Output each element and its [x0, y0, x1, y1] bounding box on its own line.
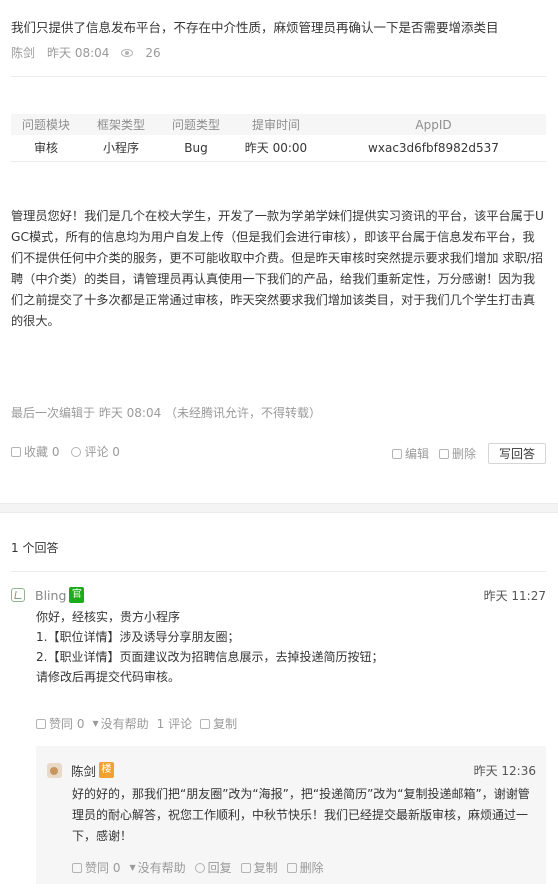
edit-button[interactable]: 编辑 — [391, 445, 429, 462]
question-info-table: 问题模块 框架类型 问题类型 提审时间 AppID 审核 小程序 Bug 昨天 … — [11, 114, 546, 162]
avatar[interactable] — [47, 762, 62, 778]
comment-label: 评论 0 — [84, 445, 120, 459]
trash-icon — [438, 448, 449, 459]
like-button[interactable]: 赞同 0 — [36, 715, 84, 732]
author-name[interactable]: 陈剑 — [11, 44, 35, 61]
question-meta: 陈剑 昨天 08:04 26 — [11, 44, 173, 61]
delete-button[interactable]: 删除 — [438, 445, 476, 462]
like-label: 赞同 0 — [85, 861, 121, 875]
copy-button[interactable]: 复制 — [240, 859, 278, 876]
copy-label: 复制 — [253, 861, 278, 875]
section-gap — [0, 503, 558, 513]
chevron-down-icon: ▼ — [92, 719, 99, 728]
unhelpful-label: 没有帮助 — [137, 861, 186, 875]
unhelpful-label: 没有帮助 — [100, 717, 149, 731]
write-answer-button[interactable]: 写回答 — [487, 443, 546, 464]
question-actions: 收藏 0 评论 0 — [11, 443, 132, 460]
like-label: 赞同 0 — [49, 717, 85, 731]
header-module: 问题模块 — [11, 114, 81, 135]
answer-line: 请修改后再提交代码审核。 — [36, 670, 181, 684]
copy-icon — [240, 862, 251, 873]
question-right-actions: 编辑 删除 写回答 — [382, 443, 546, 464]
answer-item: Bling 官 昨天 11:27 你好，经核实，贵方小程序 1.【职位详情】涉及… — [11, 585, 546, 732]
header-issue-type: 问题类型 — [161, 114, 231, 135]
cell-module: 审核 — [11, 135, 81, 162]
favorite-button[interactable]: 收藏 0 — [11, 443, 59, 460]
official-badge: 官 — [69, 587, 85, 603]
reply-label: 回复 — [207, 861, 232, 875]
cell-submit-time: 昨天 00:00 — [231, 135, 321, 162]
answer-line: 你好，经核实，贵方小程序 — [36, 610, 181, 624]
favorite-label: 收藏 0 — [24, 445, 60, 459]
copy-button[interactable]: 复制 — [200, 715, 237, 732]
copy-icon — [200, 718, 211, 729]
comment-icon — [194, 862, 205, 873]
reply-item: 陈剑 楼 昨天 12:36 好的好的，那我们把“朋友圈”改为“海报”，把“投递简… — [36, 746, 546, 884]
op-badge: 楼 — [99, 762, 115, 778]
edit-info: 最后一次编辑于 昨天 08:04 （未经腾讯允许，不得转载） — [11, 406, 322, 420]
comment-button[interactable]: 评论 0 — [71, 443, 120, 460]
delete-label: 删除 — [299, 861, 324, 875]
comment-icon — [71, 446, 82, 457]
answer-author[interactable]: Bling — [35, 588, 66, 603]
views-count: 26 — [145, 45, 161, 60]
cell-issue-type: Bug — [161, 135, 231, 162]
header-appid: AppID — [321, 114, 546, 135]
table-header-row: 问题模块 框架类型 问题类型 提审时间 AppID — [11, 114, 546, 135]
reply-body: 好的好的，那我们把“朋友圈”改为“海报”，把“投递简历”改为“复制投递邮箱”，谢… — [72, 787, 530, 843]
post-time: 昨天 08:04 — [47, 46, 110, 60]
bookmark-icon — [11, 446, 21, 457]
reply-author[interactable]: 陈剑 — [71, 761, 96, 780]
unhelpful-button[interactable]: ▼ 没有帮助 — [92, 715, 148, 732]
answers-count: 1 个回答 — [11, 541, 59, 555]
thumbs-up-icon — [36, 718, 46, 729]
answer-line: 1.【职位详情】涉及诱导分享朋友圈； — [36, 630, 240, 644]
header-framework: 框架类型 — [81, 114, 161, 135]
comments-label: 1 评论 — [156, 717, 193, 731]
divider — [11, 571, 546, 572]
chevron-down-icon: ▼ — [129, 863, 136, 872]
delete-label: 删除 — [451, 447, 476, 461]
question-title: 我们只提供了信息发布平台，不存在中介性质，麻烦管理员再确认一下是否需要增添类目 — [11, 20, 499, 35]
reply-actions: 赞同 0 ▼ 没有帮助 回复 复制 删除 — [72, 859, 536, 876]
question-body: 管理员您好！我们是几个在校大学生，开发了一款为学弟学妹们提供实习资讯的平台，该平… — [11, 209, 544, 328]
reply-time: 昨天 12:36 — [473, 763, 536, 778]
answer-header: Bling 官 昨天 11:27 — [11, 585, 546, 605]
cell-appid: wxac3d6fbf8982d537 — [321, 135, 546, 162]
views-icon — [121, 48, 134, 57]
answer-time: 昨天 11:27 — [483, 588, 546, 603]
copy-label: 复制 — [213, 717, 238, 731]
answer-actions: 赞同 0 ▼ 没有帮助 1 评论 复制 — [36, 715, 546, 732]
answer-line: 2.【职业详情】页面建议改为招聘信息展示，去掉投递简历按钮； — [36, 650, 384, 664]
table-row: 审核 小程序 Bug 昨天 00:00 wxac3d6fbf8982d537 — [11, 135, 546, 162]
edit-icon — [391, 448, 402, 459]
trash-icon — [286, 862, 297, 873]
divider — [11, 76, 546, 77]
header-submit-time: 提审时间 — [231, 114, 321, 135]
unhelpful-button[interactable]: ▼ 没有帮助 — [129, 859, 185, 876]
delete-button[interactable]: 删除 — [286, 859, 324, 876]
cell-framework: 小程序 — [81, 135, 161, 162]
like-button[interactable]: 赞同 0 — [72, 859, 120, 876]
reply-button[interactable]: 回复 — [194, 859, 232, 876]
answer-body: 你好，经核实，贵方小程序 1.【职位详情】涉及诱导分享朋友圈； 2.【职业详情】… — [36, 607, 546, 687]
reply-header: 陈剑 楼 昨天 12:36 — [47, 760, 536, 780]
avatar[interactable] — [11, 588, 25, 602]
edit-label: 编辑 — [404, 447, 429, 461]
comments-button[interactable]: 1 评论 — [157, 715, 192, 732]
thumbs-up-icon — [72, 862, 82, 873]
